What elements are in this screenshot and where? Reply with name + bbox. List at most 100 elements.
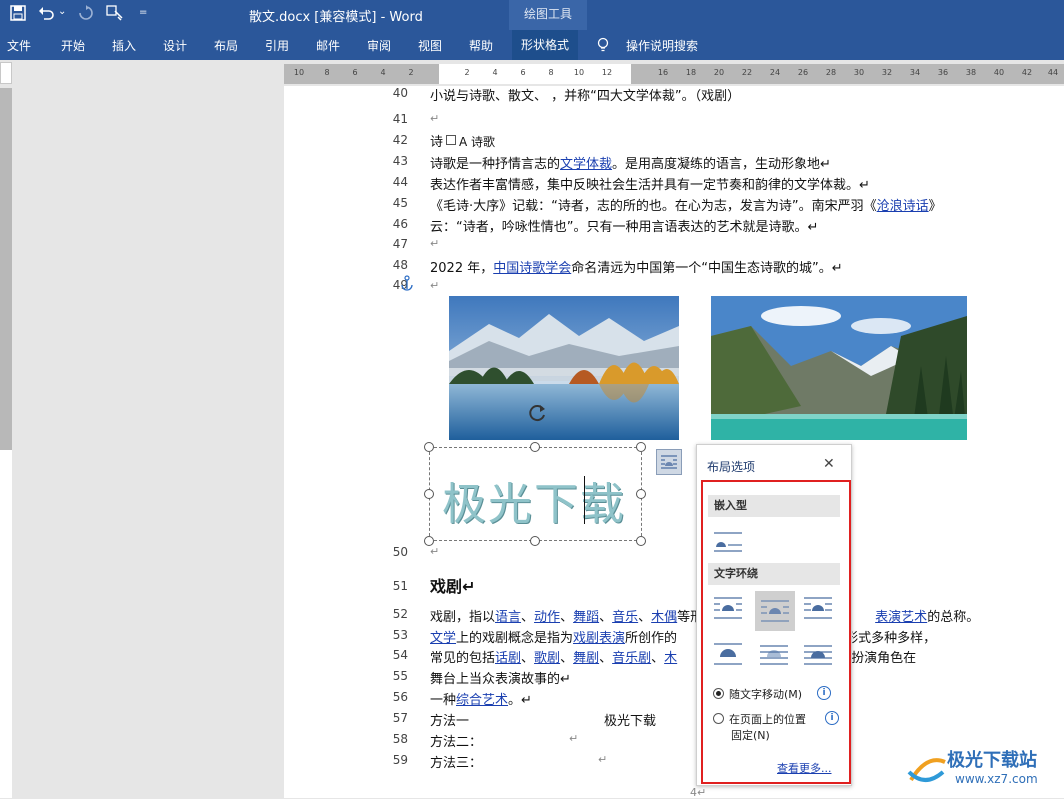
touch-mode-icon[interactable] [106,5,124,25]
section-heading[interactable]: 戏剧↵ [430,573,475,597]
ruler-tick: 18 [685,68,697,77]
line-text[interactable]: 表达作者丰富情感，集中反映社会生活并具有一定节奏和韵律的文学体裁。↵ [430,174,870,193]
close-icon[interactable]: ✕ [823,456,835,472]
tab-file[interactable]: 文件 [7,37,31,54]
line-text[interactable]: 2022 年，中国诗歌学会命名清远为中国第一个“中国生态诗歌的城”。↵ [430,257,843,276]
redo-icon[interactable] [78,5,94,25]
ruler-tick: 32 [881,68,893,77]
radio-label-continued: 固定(N) [731,729,770,742]
line-text[interactable]: 方法二： [430,731,482,750]
text-run: 的总称。 [927,610,980,625]
hyperlink[interactable]: 综合艺术 [456,693,508,708]
lake-landscape-image[interactable] [449,296,679,440]
line-text[interactable]: 诗 A 诗歌 [430,131,495,150]
line-number: 54 [392,648,408,662]
hyperlink[interactable]: 动作 [534,610,560,625]
hyperlink[interactable]: 语言 [495,610,521,625]
wrap-tight-icon[interactable] [755,591,795,631]
resize-handle[interactable] [424,489,434,499]
line-text[interactable]: 一种综合艺术。↵ [430,689,532,708]
wrap-in-front-icon[interactable] [801,637,835,671]
undo-dropdown-icon[interactable]: ⌄ [58,6,66,17]
tell-me-search[interactable]: 操作说明搜索 [626,37,698,54]
rotate-handle-icon[interactable] [528,403,548,423]
line-text[interactable]: 文学上的戏剧概念是指为戏剧表演所创作的 演形式多种多样， [430,627,936,646]
hyperlink[interactable]: 舞蹈 [573,610,599,625]
line-text[interactable]: 方法一 [430,710,469,729]
hyperlink[interactable]: 木 [664,651,677,666]
tab-insert[interactable]: 插入 [112,37,136,54]
hyperlink[interactable]: 中国诗歌学会 [493,261,571,276]
move-with-text-option[interactable]: 随文字移动(M) [713,686,802,702]
line-text[interactable]: 小说与诗歌、散文、 ，并称“四大文学体裁”。（戏剧） [430,85,740,104]
tab-layout[interactable]: 布局 [214,37,238,54]
vertical-ruler[interactable] [0,88,12,798]
ruler-tick: 10 [293,68,305,77]
save-icon[interactable] [10,5,26,25]
resize-handle[interactable] [530,536,540,546]
tab-help[interactable]: 帮助 [469,37,493,54]
anchor-icon[interactable] [400,275,414,291]
line-number: 43 [392,154,408,168]
line-text-extra[interactable]: 极光下载 [604,710,656,729]
hyperlink[interactable]: 戏剧表演 [573,631,625,646]
radio-unselected[interactable] [713,713,724,724]
wordart-text[interactable]: 极光下载 [442,468,626,532]
horizontal-ruler[interactable]: 10 8 6 4 2 2 4 6 8 10 12 16 18 20 22 24 … [284,64,1064,84]
line-text[interactable]: 舞台上当众表演故事的↵ [430,668,571,687]
tab-review[interactable]: 审阅 [367,37,391,54]
ruler-corner-tab-selector[interactable] [0,62,12,84]
hyperlink[interactable]: 音乐剧 [612,651,651,666]
text-run: 2022 年， [430,261,494,276]
see-more-link[interactable]: 查看更多... [777,760,832,776]
tab-view[interactable]: 视图 [418,37,442,54]
resize-handle[interactable] [636,442,646,452]
info-icon[interactable]: i [817,686,831,700]
tab-design[interactable]: 设计 [163,37,187,54]
line-text[interactable]: 《毛诗·大序》记载：“诗者，志的所的也。在心为志，发言为诗”。南宋严羽《沧浪诗话… [430,195,942,214]
line-text[interactable]: 云：“诗者，吟咏性情也”。只有一种用言语表达的艺术就是诗歌。↵ [430,216,818,235]
wrap-square-icon[interactable] [711,591,745,625]
text-run: 所创作的 [625,631,678,646]
layout-options-button[interactable] [656,449,682,475]
text-run: 。↵ [508,693,532,708]
hyperlink[interactable]: 歌剧 [534,651,560,666]
hyperlink[interactable]: 沧浪诗话 [877,199,929,214]
watermark-logo-icon [907,758,946,782]
undo-icon[interactable] [38,5,56,25]
resize-handle[interactable] [530,442,540,452]
lightbulb-icon[interactable] [597,37,609,53]
mountain-lake-image[interactable] [711,296,967,440]
hyperlink[interactable]: 舞剧 [573,651,599,666]
radio-selected[interactable] [713,688,724,699]
tab-references[interactable]: 引用 [265,37,289,54]
tab-home[interactable]: 开始 [61,37,85,54]
wrap-through-icon[interactable] [801,591,835,625]
ruler-tick: 8 [324,68,330,77]
line-text[interactable]: 方法三： [430,752,482,771]
wordart-text-box[interactable]: 极光下载 [429,447,642,541]
hyperlink[interactable]: 表演艺术 [875,610,927,625]
resize-handle[interactable] [424,442,434,452]
ruler-tick: 10 [573,68,585,77]
tab-shape-format[interactable]: 形状格式 [512,30,579,60]
wrap-inline-icon[interactable] [711,525,745,559]
hyperlink[interactable]: 木偶 [651,610,677,625]
tab-mailings[interactable]: 邮件 [316,37,340,54]
fix-position-option[interactable]: 在页面上的位置 [713,711,806,727]
line-text[interactable]: 诗歌是一种抒情言志的文学体裁。是用高度凝练的语言，生动形象地↵ [430,153,831,172]
hyperlink[interactable]: 文学体裁 [560,157,612,172]
hyperlink[interactable]: 文学 [430,631,456,646]
line-number: 51 [392,579,408,593]
hyperlink[interactable]: 音乐 [612,610,638,625]
line-number: 59 [392,753,408,767]
hyperlink[interactable]: 话剧 [495,651,521,666]
customize-qat-icon[interactable]: = [139,7,147,18]
title-bar: ⌄ = 散文.docx [兼容模式] - Word 绘图工具 [0,0,1064,30]
resize-handle[interactable] [636,489,646,499]
wrap-top-bottom-icon[interactable] [711,637,745,671]
line-text-start: 诗 [430,135,444,150]
info-icon[interactable]: i [825,711,839,725]
wrap-behind-text-icon[interactable] [757,637,791,671]
resize-handle[interactable] [636,536,646,546]
